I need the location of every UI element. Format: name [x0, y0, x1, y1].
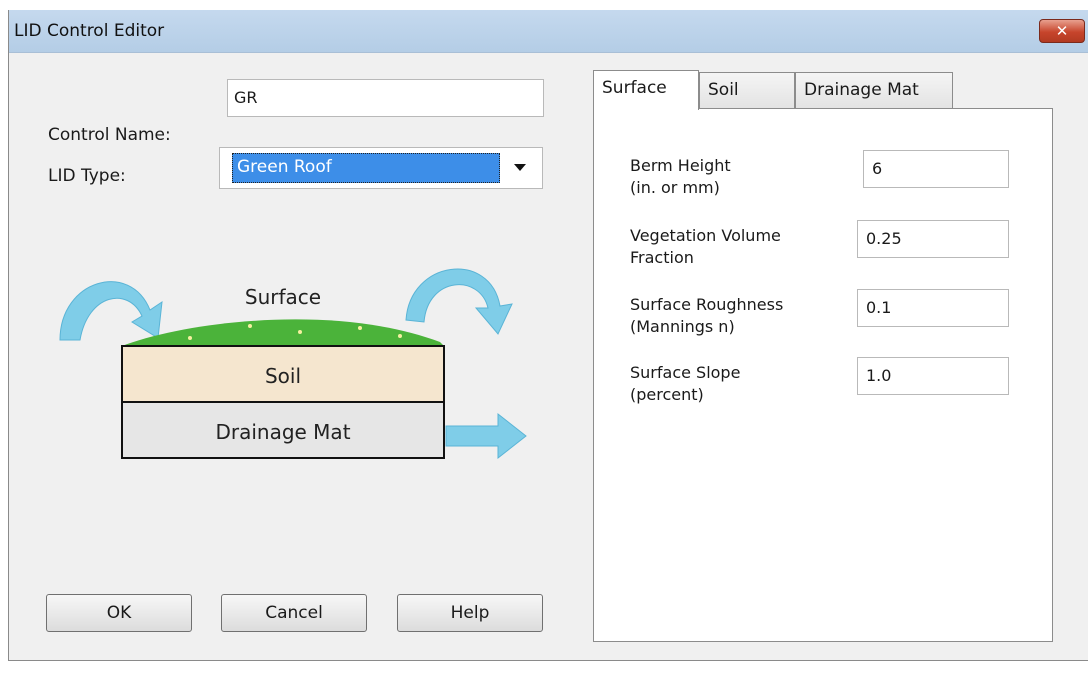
runon-arrow-icon	[59, 281, 163, 341]
outflow-arrow-icon	[445, 412, 527, 460]
help-button[interactable]: Help	[397, 594, 543, 632]
param-label: Berm Height (in. or mm)	[630, 155, 731, 199]
ok-button[interactable]: OK	[46, 594, 192, 632]
vegetation-volume-input[interactable]: 0.25	[857, 220, 1009, 258]
close-button[interactable]: ✕	[1039, 19, 1085, 43]
chevron-down-icon[interactable]	[514, 164, 526, 171]
berm-height-unit: (in. or mm)	[630, 178, 720, 197]
green-roof-illustration: Surface Soil Drainage Mat	[59, 268, 527, 460]
surface-roughness-input[interactable]: 0.1	[857, 289, 1009, 327]
lid-type-label: LID Type:	[48, 166, 126, 186]
control-name-input[interactable]: GR	[227, 79, 544, 117]
tab-drainage-mat[interactable]: Drainage Mat	[795, 72, 953, 110]
berm-height-label: Berm Height	[630, 156, 731, 175]
control-name-value: GR	[234, 88, 258, 107]
berm-height-input[interactable]: 6	[863, 150, 1009, 188]
lid-type-selected: Green Roof	[232, 153, 500, 183]
tab-soil[interactable]: Soil	[699, 72, 795, 110]
close-icon: ✕	[1055, 22, 1069, 40]
vegetation-volume-label: Vegetation Volume	[630, 226, 781, 245]
param-label: Surface Slope (percent)	[630, 362, 740, 406]
surface-slope-value: 1.0	[866, 366, 892, 385]
tab-surface[interactable]: Surface	[593, 70, 699, 110]
surface-roughness-unit: (Mannings n)	[630, 317, 735, 336]
control-name-label: Control Name:	[48, 125, 171, 145]
surface-roughness-value: 0.1	[866, 298, 892, 317]
lid-type-dropdown[interactable]: Green Roof	[219, 147, 543, 189]
window-title: LID Control Editor	[14, 21, 165, 41]
surface-slope-input[interactable]: 1.0	[857, 357, 1009, 395]
surface-layer-label: Surface	[245, 285, 321, 309]
vegetation-volume-unit: Fraction	[630, 248, 694, 267]
title-bar: LID Control Editor ✕	[9, 10, 1088, 53]
vegetation-layer	[122, 319, 444, 346]
surface-slope-label: Surface Slope	[630, 363, 741, 382]
param-label: Surface Roughness (Mannings n)	[630, 294, 783, 338]
berm-height-value: 6	[872, 159, 883, 178]
surface-slope-unit: (percent)	[630, 385, 704, 404]
cancel-button[interactable]: Cancel	[221, 594, 367, 632]
soil-layer-label: Soil	[265, 364, 301, 388]
surface-roughness-label: Surface Roughness	[630, 295, 784, 314]
vegetation-volume-value: 0.25	[866, 229, 902, 248]
overflow-arrow-icon	[405, 268, 513, 335]
param-label: Vegetation Volume Fraction	[630, 225, 781, 269]
drainage-layer-label: Drainage Mat	[215, 420, 350, 444]
